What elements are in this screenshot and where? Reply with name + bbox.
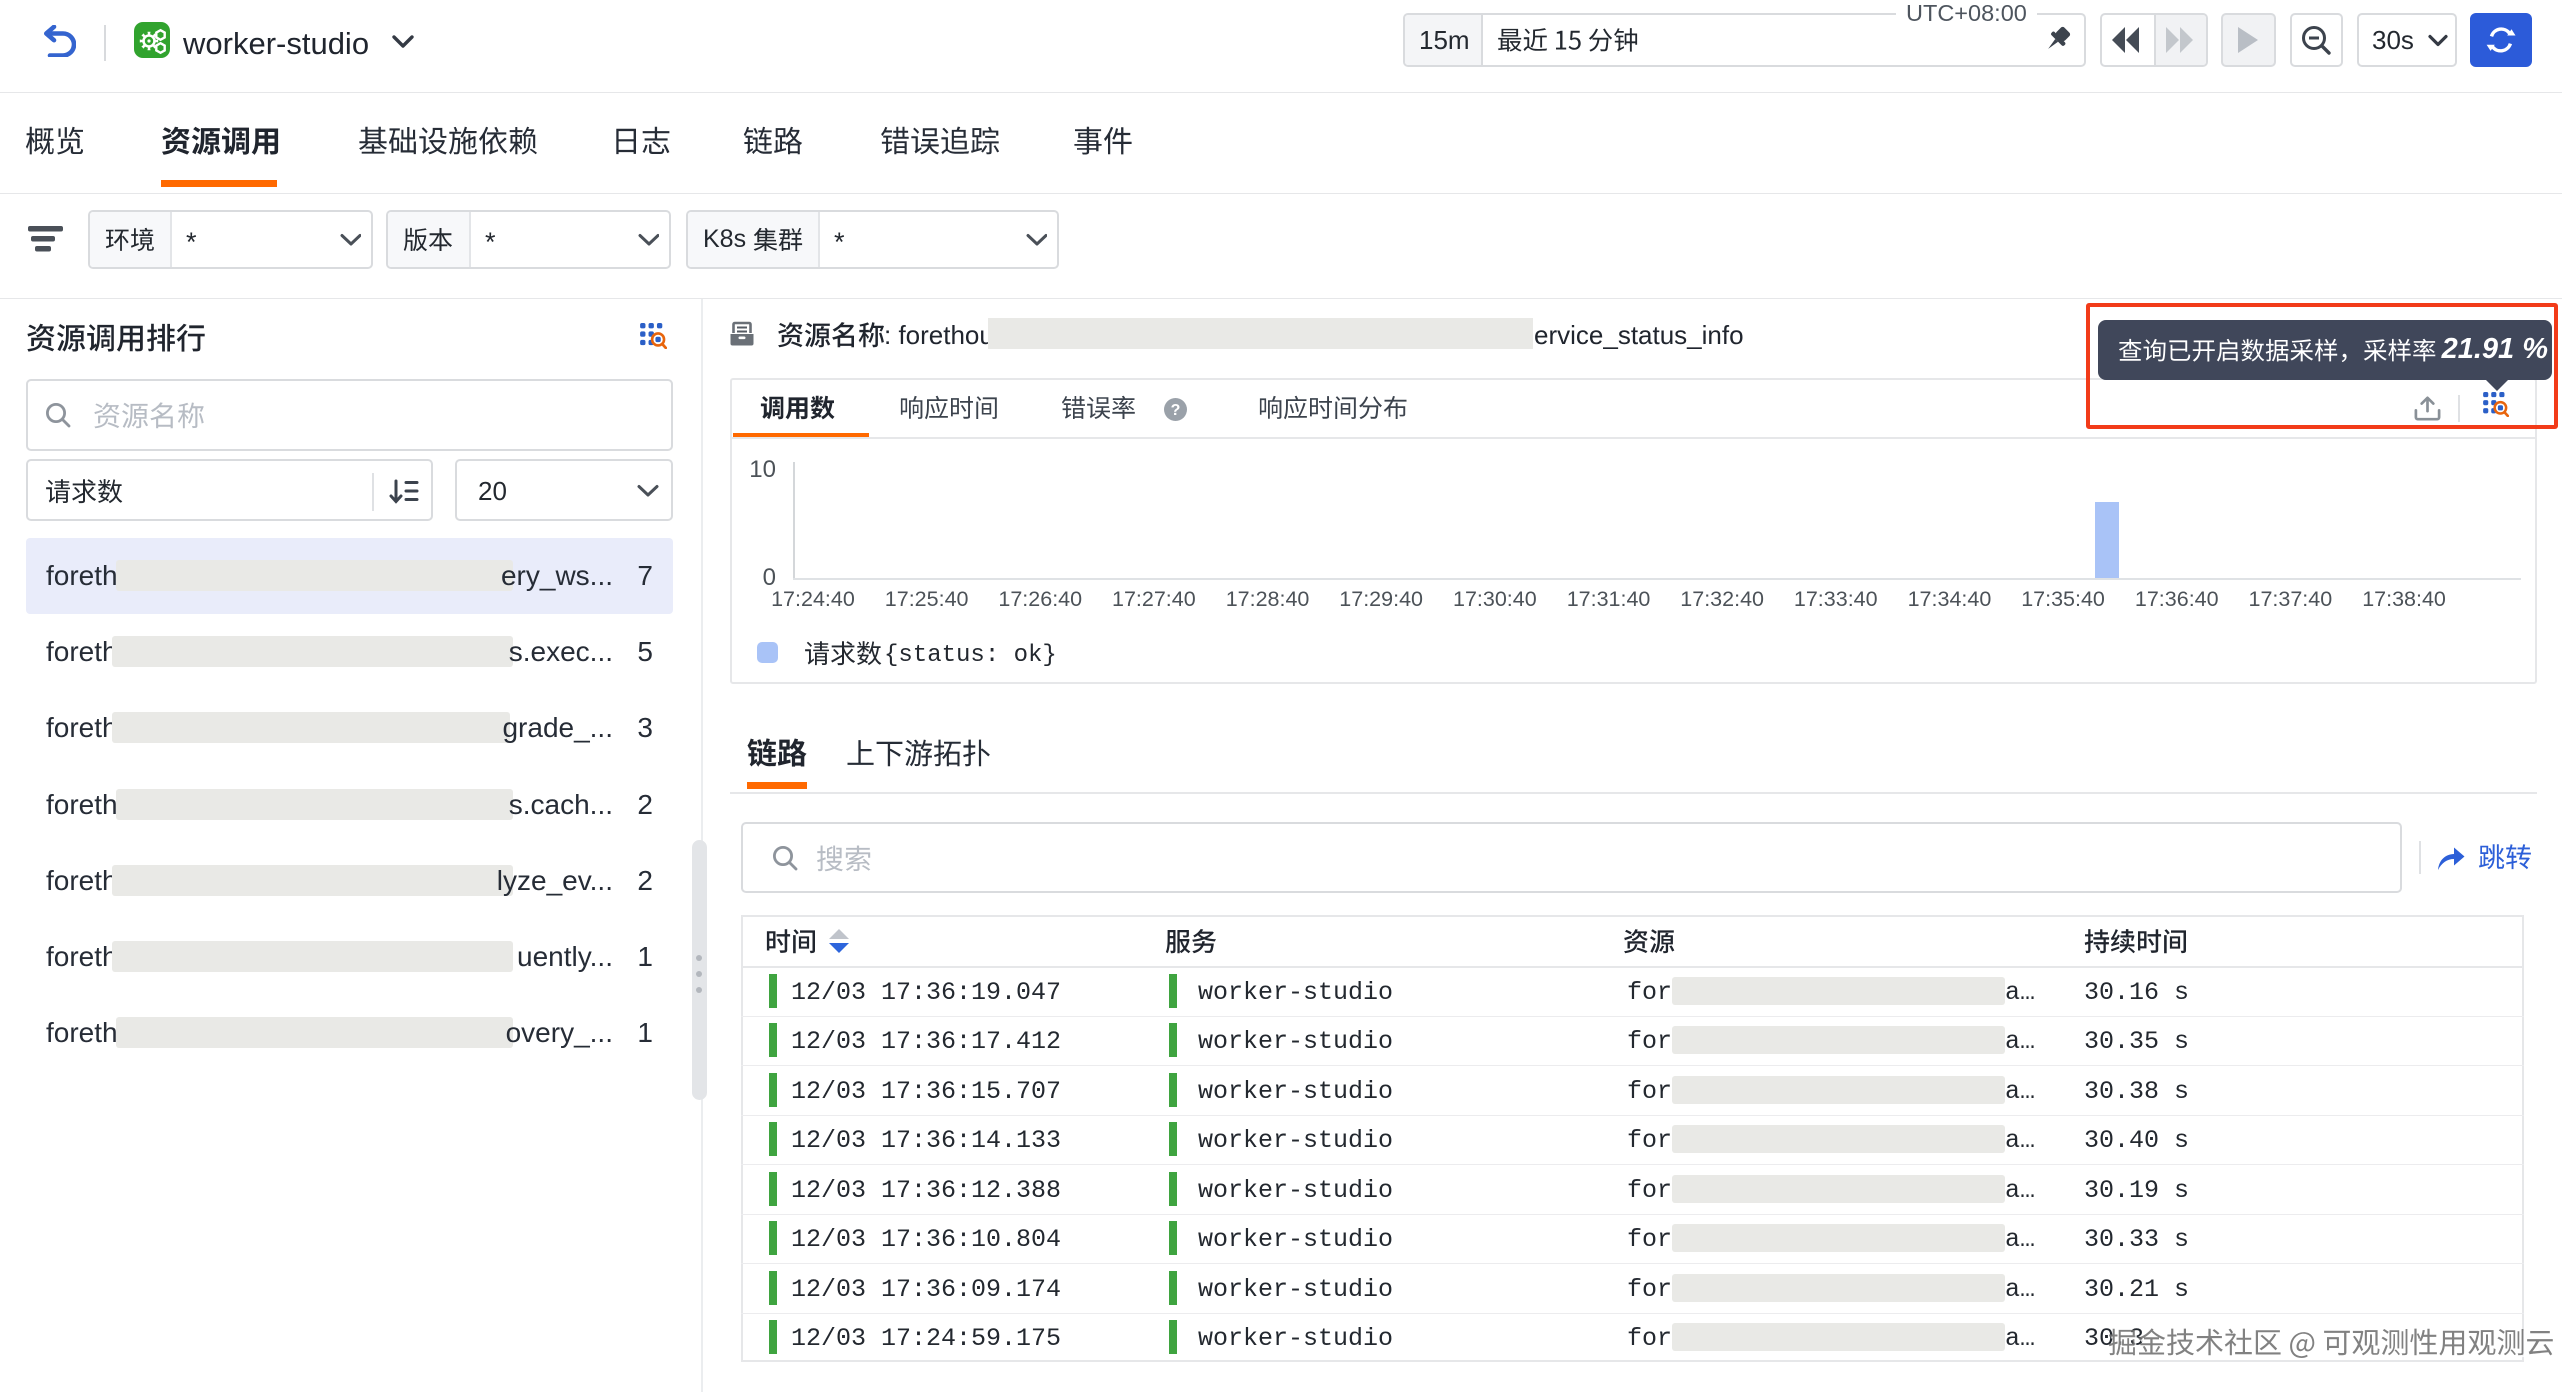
svg-text:?: ?	[1171, 402, 1181, 419]
